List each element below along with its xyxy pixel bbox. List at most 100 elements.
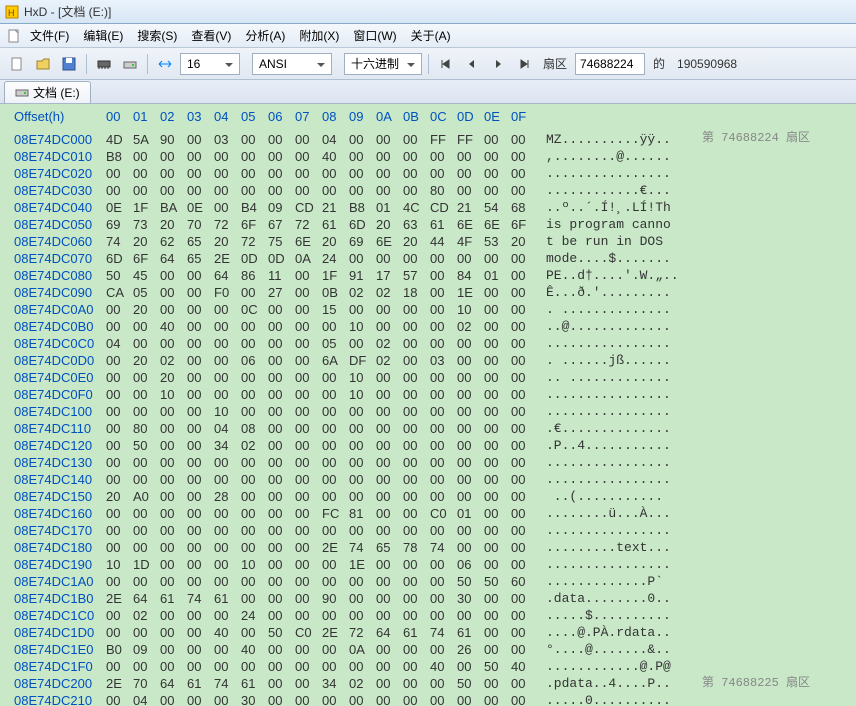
ascii-cell[interactable]: ................ [546,335,696,352]
data-row[interactable]: 08E74DC1C0000200000024000000000000000000… [0,607,856,624]
ascii-cell[interactable]: ................ [546,522,696,539]
hex-cell[interactable]: 00000000000000000000000000000000 [106,454,546,471]
next-button[interactable] [487,53,509,75]
ascii-cell[interactable]: .P..4........... [546,437,696,454]
hex-cell[interactable]: 00500000340200000000000000000000 [106,437,546,454]
ascii-cell[interactable]: ................ [546,386,696,403]
data-row[interactable]: 08E74DC0A000200000000C000015000000001000… [0,301,856,318]
data-row[interactable]: 08E74DC15020A000002800000000000000000000… [0,488,856,505]
sector-input[interactable]: 74688224 [575,53,645,75]
menu-window[interactable]: 窗口(W) [347,25,402,46]
hex-cell[interactable]: 00040000003000000000000000000000 [106,692,546,706]
ascii-cell[interactable]: ................ [546,471,696,488]
hex-cell[interactable]: B009000000400000000A000000260000 [106,641,546,658]
save-button[interactable] [58,53,80,75]
ascii-cell[interactable]: .data........0.. [546,590,696,607]
hex-cell[interactable]: 0000000000000000FC810000C0010000 [106,505,546,522]
data-row[interactable]: 08E74DC0706D6F64652E0D0D0A24000000000000… [0,250,856,267]
hex-cell[interactable]: 00000000000000000000000000000000 [106,471,546,488]
prev-button[interactable] [461,53,483,75]
ascii-cell[interactable]: .....0.......... [546,692,696,706]
menu-help[interactable]: 关于(A) [405,25,457,46]
ascii-cell[interactable]: ................ [546,165,696,182]
ascii-cell[interactable]: . ......jß...... [546,352,696,369]
data-row[interactable]: 08E74DC1F0000000000000000000000000400050… [0,658,856,675]
menu-analysis[interactable]: 分析(A) [239,25,291,46]
ascii-cell[interactable]: ....@.PÀ.rdata.. [546,624,696,641]
hex-cell[interactable]: 00002000000000000010000000000000 [106,369,546,386]
encoding-dropdown[interactable]: ANSI [252,53,332,75]
data-row[interactable]: 08E74DC090CA050000F00027000B020218001E00… [0,284,856,301]
file-tab[interactable]: 文档 (E:) [4,81,91,103]
data-row[interactable]: 08E74DC010B80000000000000040000000000000… [0,148,856,165]
ascii-cell[interactable]: t be run in DOS [546,233,696,250]
hex-cell[interactable]: 20A00000280000000000000000000000 [106,488,546,505]
hex-cell[interactable]: 6D6F64652E0D0D0A2400000000000000 [106,250,546,267]
ascii-cell[interactable]: .....$.......... [546,607,696,624]
data-row[interactable]: 08E74DC210000400000030000000000000000000… [0,692,856,706]
ascii-cell[interactable]: .€.............. [546,420,696,437]
hex-cell[interactable]: 00000000100000000000000000000000 [106,403,546,420]
data-row[interactable]: 08E74DC140000000000000000000000000000000… [0,471,856,488]
data-row[interactable]: 08E74DC0C0040000000000000005000200000000… [0,335,856,352]
data-row[interactable]: 08E74DC1D000000000400050C02E726461746100… [0,624,856,641]
ascii-cell[interactable]: .............P` [546,573,696,590]
hex-cell[interactable]: CA050000F00027000B020218001E0000 [106,284,546,301]
menu-search[interactable]: 搜索(S) [131,25,183,46]
disk-button[interactable] [119,53,141,75]
data-row[interactable]: 08E74DC0B0000040000000000000100000000200… [0,318,856,335]
hex-cell[interactable]: 2E706461746100003402000000500000 [106,675,546,692]
base-dropdown[interactable]: 十六进制 [344,53,422,75]
data-row[interactable]: 08E74DC18000000000000000002E746578740000… [0,539,856,556]
ascii-cell[interactable]: ........ü...À... [546,505,696,522]
hex-cell[interactable]: 00000000000000002E74657874000000 [106,539,546,556]
ascii-cell[interactable]: ..@............. [546,318,696,335]
hex-cell[interactable]: 69732070726F6772616D2063616E6E6F [106,216,546,233]
data-row[interactable]: 08E74DC1600000000000000000FC810000C00100… [0,505,856,522]
menu-edit[interactable]: 编辑(E) [77,25,129,46]
data-row[interactable]: 08E74DC0400E1FBA0E00B409CD21B8014CCD2154… [0,199,856,216]
ascii-cell[interactable]: .. ............. [546,369,696,386]
hex-cell[interactable]: 00020000002400000000000000000000 [106,607,546,624]
ascii-cell[interactable]: .pdata..4....P.. [546,675,696,692]
new-button[interactable] [6,53,28,75]
data-row[interactable]: 08E74DC060742062652072756E20696E20444F53… [0,233,856,250]
width-dropdown[interactable]: 16 [180,53,240,75]
ascii-cell[interactable]: PE..d†....'.W.„.. [546,267,696,284]
data-row[interactable]: 08E74DC1B02E6461746100000090000000003000… [0,590,856,607]
data-row[interactable]: 08E74DC110008000000408000000000000000000… [0,420,856,437]
data-row[interactable]: 08E74DC0F0000010000000000000100000000000… [0,386,856,403]
ascii-cell[interactable]: Ê...ð.'......... [546,284,696,301]
data-row[interactable]: 08E74DC08050450000648611001F911757008401… [0,267,856,284]
hex-cell[interactable]: 00000000000000000000000040005040 [106,658,546,675]
data-row[interactable]: 08E74DC05069732070726F6772616D2063616E6E… [0,216,856,233]
ascii-cell[interactable]: ............@.P@ [546,658,696,675]
ascii-cell[interactable]: ................ [546,556,696,573]
data-row[interactable]: 08E74DC030000000000000000000000000800000… [0,182,856,199]
hex-cell[interactable]: 00000000000000000000000000505060 [106,573,546,590]
last-button[interactable] [513,53,535,75]
menu-file[interactable]: 文件(F) [24,25,75,46]
ascii-cell[interactable]: ................ [546,454,696,471]
hex-cell[interactable]: 00000000400050C02E72646174610000 [106,624,546,641]
hex-cell[interactable]: 0E1FBA0E00B409CD21B8014CCD215468 [106,199,546,216]
ascii-cell[interactable]: ,........@...... [546,148,696,165]
ascii-cell[interactable]: . .............. [546,301,696,318]
data-row[interactable]: 08E74DC130000000000000000000000000000000… [0,454,856,471]
data-row[interactable]: 08E74DC1A0000000000000000000000000005050… [0,573,856,590]
ascii-cell[interactable]: .........text... [546,539,696,556]
hex-cell[interactable]: 00000000000000000000000000000000 [106,165,546,182]
hex-cell[interactable]: B8000000000000004000000000000000 [106,148,546,165]
hex-cell[interactable]: 04000000000000000500020000000000 [106,335,546,352]
hex-cell[interactable]: 4D5A90000300000004000000FFFF0000 [106,131,546,148]
hex-cell[interactable]: 101D000000100000001E000000060000 [106,556,546,573]
hex-cell[interactable]: 00200000000C00001500000000100000 [106,301,546,318]
data-row[interactable]: 08E74DC1E0B009000000400000000A0000002600… [0,641,856,658]
first-button[interactable] [435,53,457,75]
data-row[interactable]: 08E74DC0D000200200000600006ADF0200030000… [0,352,856,369]
hex-cell[interactable]: 00200200000600006ADF020003000000 [106,352,546,369]
hex-cell[interactable]: 00800000040800000000000000000000 [106,420,546,437]
data-row[interactable]: 08E74DC190101D000000100000001E0000000600… [0,556,856,573]
ascii-cell[interactable]: ................ [546,403,696,420]
ascii-cell[interactable]: °....@.......&.. [546,641,696,658]
